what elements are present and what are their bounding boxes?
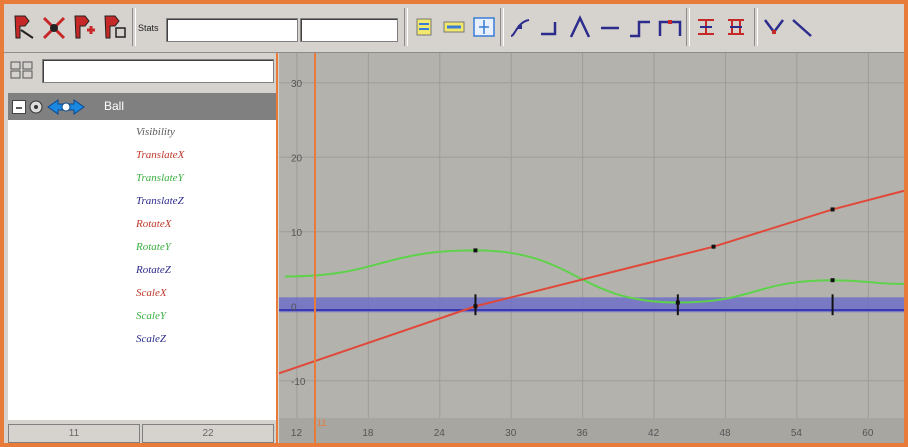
keyframe-marker xyxy=(473,248,478,253)
attribute-row[interactable]: TranslateY xyxy=(8,168,276,192)
collapse-icon[interactable] xyxy=(12,100,26,114)
graph-view[interactable]: 30 20 10 0 -10 12 18 24 30 36 42 48 54 60 11 xyxy=(279,53,904,443)
current-frame-label: 11 xyxy=(317,418,326,428)
clamped-tangents-icon[interactable] xyxy=(536,10,564,44)
swap-buffer-curves-icon[interactable] xyxy=(722,10,750,44)
attribute-row[interactable]: TranslateZ xyxy=(8,191,276,215)
keyframe-marker xyxy=(830,278,835,283)
flat-tangents-icon[interactable] xyxy=(596,10,624,44)
outliner-frame-range: 11 22 xyxy=(4,421,276,443)
y-tick-label: 10 xyxy=(291,228,303,239)
graph-editor-toolbar: Stats xyxy=(4,4,904,53)
x-tick-label: 18 xyxy=(362,428,374,439)
x-tick-label: 48 xyxy=(719,428,731,439)
attribute-label: ScaleZ xyxy=(136,333,166,345)
keyframe-marker xyxy=(830,207,835,212)
attribute-label: Visibility xyxy=(136,126,175,138)
outliner-node-row[interactable]: Ball xyxy=(8,94,276,120)
attribute-row[interactable]: RotateZ xyxy=(8,260,276,284)
stats-value-field[interactable] xyxy=(300,18,398,42)
range-start-field[interactable]: 11 xyxy=(8,424,140,443)
attribute-label: RotateZ xyxy=(136,264,171,276)
buffer-curve-snapshot-icon[interactable] xyxy=(692,10,720,44)
graph-editor-window: Stats Ball Visibility TranslateX Transla… xyxy=(4,4,904,443)
stats-time-field[interactable] xyxy=(166,18,298,42)
attribute-label: TranslateY xyxy=(136,172,184,184)
step-tangents-icon[interactable] xyxy=(626,10,654,44)
attribute-label: TranslateZ xyxy=(136,195,184,207)
attribute-row[interactable]: Visibility xyxy=(8,122,276,146)
frame-playback-range-icon[interactable] xyxy=(440,10,468,44)
frame-all-icon[interactable] xyxy=(410,10,438,44)
plateau-tangents-icon[interactable] xyxy=(656,10,684,44)
lattice-deform-keys-icon[interactable] xyxy=(100,10,128,44)
attribute-label: RotateY xyxy=(136,241,171,253)
x-tick-label: 24 xyxy=(434,428,446,439)
unify-tangents-icon[interactable] xyxy=(788,10,816,44)
graph-canvas[interactable]: 30 20 10 0 -10 12 18 24 30 36 42 48 54 60 11 xyxy=(279,53,904,443)
attribute-row[interactable]: TranslateX xyxy=(8,145,276,169)
stats-label: Stats xyxy=(138,23,159,33)
filter-toggle-icon[interactable] xyxy=(10,61,34,79)
y-tick-label: -10 xyxy=(291,377,306,388)
outliner-list: Ball Visibility TranslateX TranslateY Trans… xyxy=(8,93,276,420)
move-nearest-picked-key-icon[interactable] xyxy=(10,10,38,44)
attribute-row[interactable]: ScaleZ xyxy=(8,329,276,353)
attribute-label: TranslateX xyxy=(136,149,185,161)
keyframe-marker xyxy=(711,244,716,249)
range-end-field[interactable]: 22 xyxy=(142,424,274,443)
x-tick-label: 54 xyxy=(791,428,803,439)
graph-background xyxy=(279,53,904,443)
linear-tangents-icon[interactable] xyxy=(566,10,594,44)
x-tick-label: 36 xyxy=(577,428,589,439)
add-keys-icon[interactable] xyxy=(70,10,98,44)
y-tick-label: 0 xyxy=(291,302,297,313)
attribute-row[interactable]: RotateY xyxy=(8,237,276,261)
center-current-time-icon[interactable] xyxy=(470,10,498,44)
attribute-label: RotateX xyxy=(136,218,172,230)
insert-keys-icon[interactable] xyxy=(40,10,68,44)
x-tick-label: 42 xyxy=(648,428,660,439)
x-tick-label: 30 xyxy=(505,428,517,439)
attribute-label: ScaleY xyxy=(136,310,166,322)
outliner-filter-input[interactable] xyxy=(42,59,274,83)
node-label: Ball xyxy=(104,99,125,113)
x-tick-label: 60 xyxy=(862,428,874,439)
attribute-row[interactable]: ScaleY xyxy=(8,306,276,330)
outliner-filter-row xyxy=(4,53,276,91)
y-tick-label: 30 xyxy=(291,79,303,90)
node-type-icon xyxy=(28,99,44,120)
attribute-label: ScaleX xyxy=(136,287,167,299)
outliner-panel: Ball Visibility TranslateX TranslateY Trans… xyxy=(4,53,278,443)
y-tick-label: 20 xyxy=(291,153,303,164)
break-tangents-icon[interactable] xyxy=(760,10,788,44)
spline-tangents-icon[interactable] xyxy=(506,10,534,44)
attribute-row[interactable]: ScaleX xyxy=(8,283,276,307)
attribute-row[interactable]: RotateX xyxy=(8,214,276,238)
transform-node-icon xyxy=(46,97,86,122)
x-tick-label: 12 xyxy=(291,428,303,439)
